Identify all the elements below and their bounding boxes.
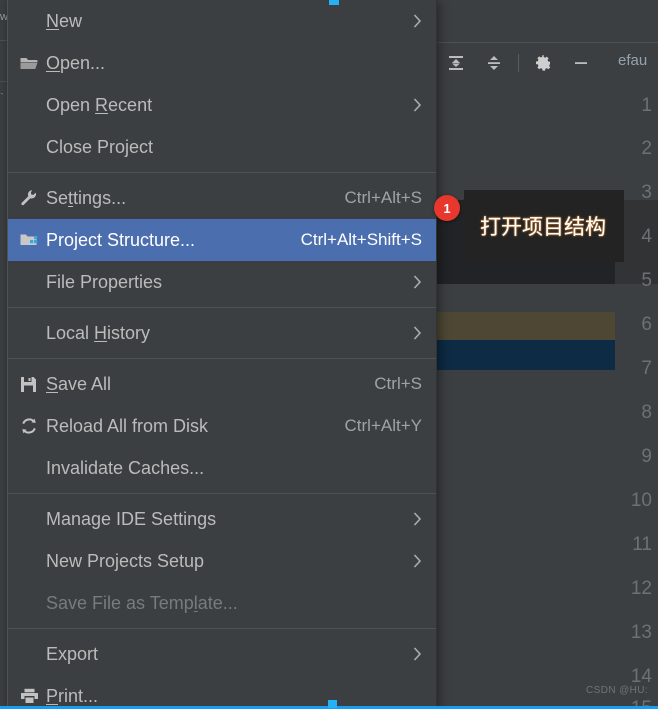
menu-item-local-history[interactable]: Local History bbox=[8, 312, 436, 354]
menu-item-close-project[interactable]: Close Project bbox=[8, 126, 436, 168]
chevron-right-icon bbox=[412, 14, 422, 28]
menu-item-shortcut: Ctrl+Alt+Y bbox=[344, 416, 422, 435]
menu-separator bbox=[8, 493, 436, 494]
chevron-right-icon bbox=[412, 647, 422, 661]
collapse-all-button[interactable] bbox=[475, 44, 513, 82]
menu-item-label: Project Structure... bbox=[46, 229, 196, 250]
menu-item-label: New bbox=[46, 10, 83, 31]
chevron-right-icon bbox=[412, 98, 422, 112]
menu-item-label: Save File as Template... bbox=[46, 592, 238, 613]
menu-item-label: Settings... bbox=[46, 187, 127, 208]
watermark: CSDN @HU: bbox=[586, 685, 649, 696]
no-icon bbox=[20, 95, 46, 115]
no-icon bbox=[20, 551, 46, 571]
line-number: 9 bbox=[641, 446, 652, 467]
editor-gutter: 1 2 3 4 5 6 7 8 9 10 11 12 13 14 15 bbox=[615, 82, 658, 709]
menu-item-label: File Properties bbox=[46, 271, 163, 292]
chevron-right-icon bbox=[412, 554, 422, 568]
settings-button[interactable] bbox=[524, 44, 562, 82]
menu-item-new[interactable]: New bbox=[8, 0, 436, 42]
menu-item-label: Save All bbox=[46, 373, 112, 394]
line-number: 7 bbox=[641, 358, 652, 379]
menu-separator bbox=[8, 172, 436, 173]
chevron-right-icon bbox=[412, 326, 422, 340]
line-number: 2 bbox=[641, 138, 652, 159]
menu-item-save-file-as-template: Save File as Template... bbox=[8, 582, 436, 624]
menu-item-save-all[interactable]: Save All Ctrl+S bbox=[8, 363, 436, 405]
editor-pane: 1 2 3 4 5 6 7 8 9 10 11 12 13 14 15 bbox=[437, 82, 658, 709]
menu-item-shortcut: Ctrl+S bbox=[374, 374, 422, 393]
reload-icon bbox=[20, 416, 46, 436]
file-menu-popup: New Open... Open Recent Close Project Se… bbox=[7, 0, 437, 709]
no-icon bbox=[20, 509, 46, 529]
line-number: 8 bbox=[641, 402, 652, 423]
screen-root: w ` efau 1 2 3 4 5 6 7 8 9 10 11 12 13 1… bbox=[0, 0, 658, 709]
menu-item-print[interactable]: Print... bbox=[8, 675, 436, 709]
menu-separator bbox=[8, 358, 436, 359]
annotation-callout: 打开项目结构 bbox=[464, 190, 624, 262]
bottom-accent-marker bbox=[328, 700, 337, 708]
no-icon bbox=[20, 323, 46, 343]
menu-item-label: Invalidate Caches... bbox=[46, 457, 205, 478]
menu-item-label: Reload All from Disk bbox=[46, 415, 209, 436]
no-icon bbox=[20, 458, 46, 478]
menu-separator bbox=[8, 628, 436, 629]
menu-item-label: Open Recent bbox=[46, 94, 153, 115]
menu-item-label: Manage IDE Settings bbox=[46, 508, 217, 529]
project-structure-icon bbox=[20, 230, 46, 250]
settings-gear-icon bbox=[536, 54, 551, 71]
menu-item-open[interactable]: Open... bbox=[8, 42, 436, 84]
chevron-right-icon bbox=[412, 275, 422, 289]
no-icon bbox=[20, 11, 46, 31]
menu-item-label: Close Project bbox=[46, 136, 154, 157]
top-marker bbox=[329, 0, 339, 5]
menu-item-label: Print... bbox=[46, 685, 99, 706]
menu-item-label: Open... bbox=[46, 52, 106, 73]
collapse-all-icon bbox=[488, 55, 500, 70]
toolbar-divider bbox=[518, 53, 519, 72]
chevron-right-icon bbox=[412, 512, 422, 526]
menu-item-invalidate-caches[interactable]: Invalidate Caches... bbox=[8, 447, 436, 489]
line-number: 10 bbox=[630, 490, 652, 511]
line-number: 11 bbox=[632, 534, 652, 555]
menu-item-label: Local History bbox=[46, 322, 151, 343]
line-number: 6 bbox=[641, 314, 652, 335]
print-icon bbox=[20, 686, 46, 706]
editor-tab-label[interactable]: efau bbox=[618, 52, 647, 69]
save-icon bbox=[20, 374, 46, 394]
folder-icon bbox=[20, 53, 46, 73]
line-number: 1 bbox=[641, 95, 652, 116]
callout-label: 打开项目结构 bbox=[480, 215, 606, 239]
no-icon bbox=[20, 137, 46, 157]
editor-row-highlight-navy bbox=[437, 340, 615, 370]
no-icon bbox=[20, 593, 46, 613]
menu-item-project-structure[interactable]: Project Structure... Ctrl+Alt+Shift+S bbox=[8, 219, 436, 261]
expand-all-button[interactable] bbox=[437, 44, 475, 82]
line-number: 14 bbox=[630, 666, 652, 687]
menu-item-shortcut: Ctrl+Alt+Shift+S bbox=[300, 230, 422, 249]
annotation-badge: 1 bbox=[434, 195, 460, 221]
no-icon bbox=[20, 272, 46, 292]
menu-item-open-recent[interactable]: Open Recent bbox=[8, 84, 436, 126]
no-icon bbox=[20, 644, 46, 664]
menu-item-label: New Projects Setup bbox=[46, 550, 205, 571]
editor-content-area bbox=[437, 82, 615, 709]
line-number: 12 bbox=[630, 578, 652, 599]
line-number: 5 bbox=[641, 270, 652, 291]
editor-row-highlight-brown bbox=[437, 312, 615, 340]
menu-item-shortcut: Ctrl+Alt+S bbox=[344, 188, 422, 207]
hide-icon bbox=[575, 61, 587, 64]
menu-item-new-projects-setup[interactable]: New Projects Setup bbox=[8, 540, 436, 582]
menu-item-file-properties[interactable]: File Properties bbox=[8, 261, 436, 303]
wrench-icon bbox=[20, 188, 46, 208]
menu-separator bbox=[8, 307, 436, 308]
menu-item-label: Export bbox=[46, 643, 99, 664]
expand-all-icon bbox=[449, 55, 463, 70]
menu-item-manage-ide-settings[interactable]: Manage IDE Settings bbox=[8, 498, 436, 540]
menu-item-settings[interactable]: Settings... Ctrl+Alt+S bbox=[8, 177, 436, 219]
line-number: 13 bbox=[630, 622, 652, 643]
menu-item-reload-all-from-disk[interactable]: Reload All from Disk Ctrl+Alt+Y bbox=[8, 405, 436, 447]
hide-button[interactable] bbox=[562, 44, 600, 82]
menu-item-export[interactable]: Export bbox=[8, 633, 436, 675]
